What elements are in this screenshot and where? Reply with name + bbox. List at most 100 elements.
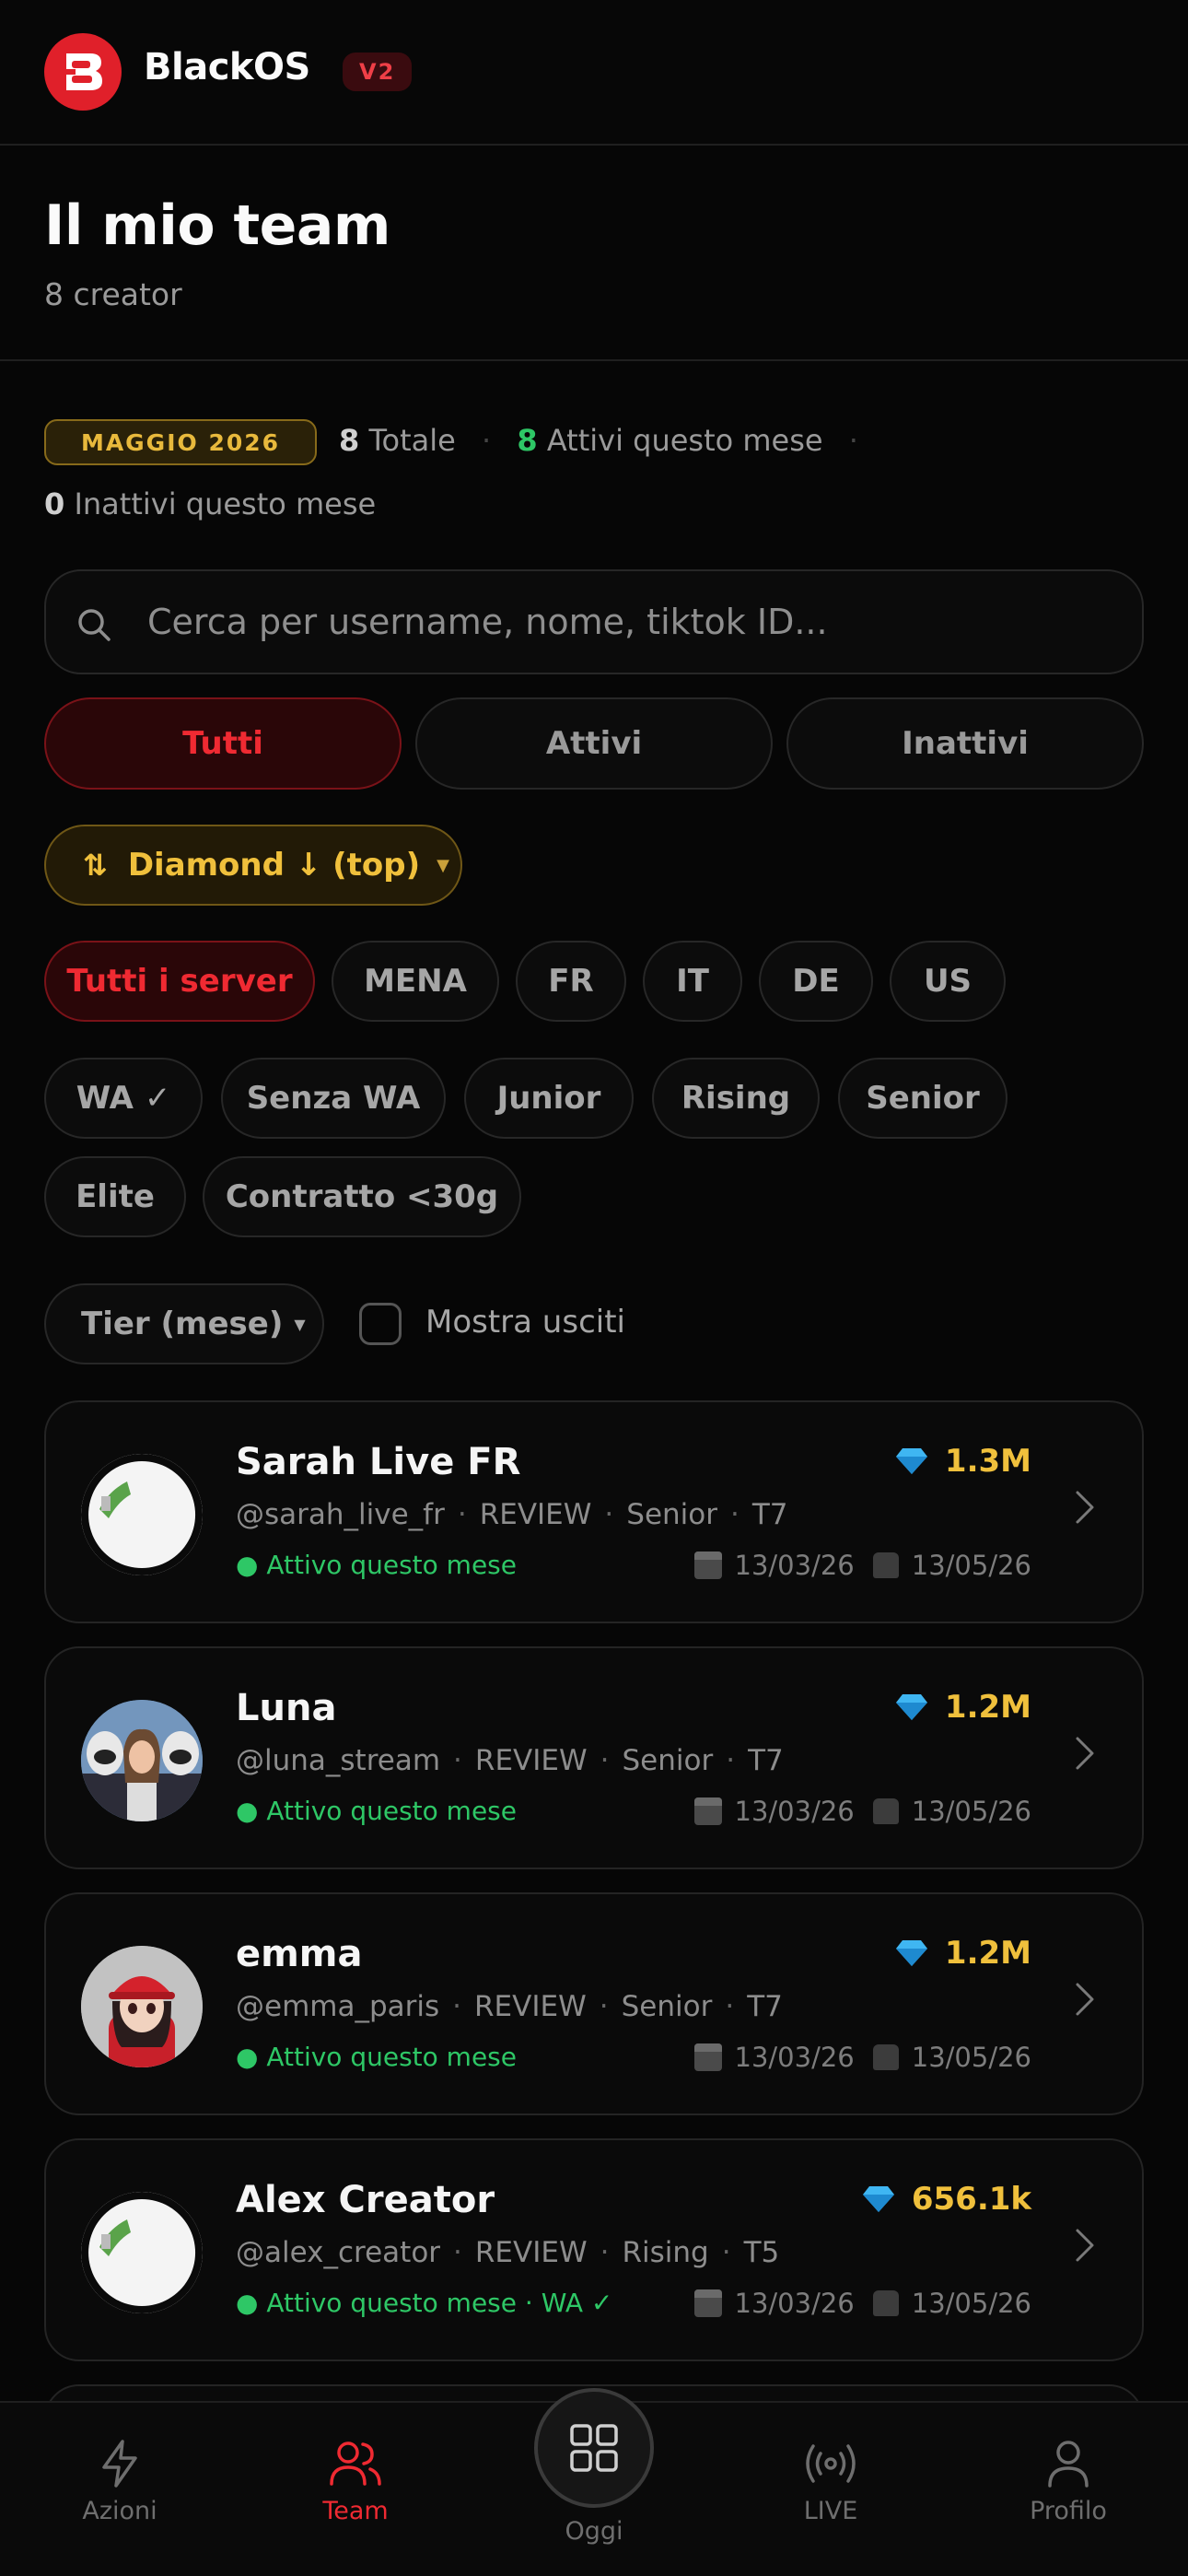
creator-card[interactable]: Alex Creator @alex_creator · REVIEW · Rising… (44, 2138, 1144, 2361)
lightning-icon (102, 2440, 137, 2488)
calendar-icon (693, 1797, 722, 1825)
chip-elite[interactable]: Elite (44, 1156, 186, 1237)
active-count: 8 (517, 423, 538, 458)
total-count: 8 (339, 423, 360, 458)
brand-name: BlackOS (144, 46, 310, 88)
wa-badge: · WA ✓ (524, 2288, 613, 2318)
sort-label: Diamond ↓ (top) (127, 847, 421, 884)
diamond-count: 1.2M (895, 1935, 1031, 1972)
user-icon (1048, 2441, 1089, 2488)
avatar-broken-image (81, 1454, 203, 1575)
chevron-right-icon (1076, 1491, 1094, 1524)
chip-server-fr[interactable]: FR (516, 941, 626, 1022)
chair-icon (872, 1552, 899, 1578)
show-exited-checkbox[interactable] (359, 1303, 402, 1345)
creator-type: REVIEW (474, 1990, 587, 2023)
creator-status: ● Attivo questo mese · WA ✓ (236, 2288, 613, 2318)
creator-username: @emma_paris (236, 1990, 440, 2023)
creator-username: @sarah_live_fr (236, 1498, 445, 1531)
tab-team[interactable]: Team (263, 2438, 448, 2525)
creator-meta: @emma_paris · REVIEW · Senior · T7 (236, 1990, 783, 2023)
diamond-icon (895, 1694, 927, 1720)
creator-meta: @luna_stream · REVIEW · Senior · T7 (236, 1744, 784, 1777)
chevron-right-icon (1076, 2229, 1094, 2262)
sort-button[interactable]: ⇅ Diamond ↓ (top) ▼ (44, 825, 462, 906)
diamond-count: 1.2M (895, 1689, 1031, 1726)
chair-icon (872, 2044, 899, 2070)
creator-dates: 13/03/26 13/05/26 (693, 1550, 1031, 1581)
chip-junior[interactable]: Junior (464, 1058, 634, 1139)
creator-type: REVIEW (479, 1498, 592, 1531)
divider (0, 359, 1188, 361)
app-header: BlackOS V2 (0, 0, 1188, 146)
sort-arrows-icon: ⇅ (83, 848, 108, 883)
filter-tab-all[interactable]: Tutti (44, 697, 402, 790)
creator-status: ● Attivo questo mese (236, 1796, 517, 1826)
chip-server-it[interactable]: IT (643, 941, 742, 1022)
chevron-right-icon (1076, 1737, 1094, 1770)
creator-level: Senior (621, 1990, 713, 2023)
tier-label: Tier (mese) (81, 1306, 284, 1342)
tab-live[interactable]: LIVE (739, 2438, 923, 2525)
creator-card[interactable]: emma @emma_paris · REVIEW · Senior · T7 ● Atti… (44, 1892, 1144, 2115)
avatar-broken-image (81, 2192, 203, 2313)
diamond-icon (862, 2186, 894, 2212)
chip-server-mena[interactable]: MENA (332, 941, 499, 1022)
page-title: Il mio team (44, 193, 390, 258)
creator-username: @luna_stream (236, 1744, 441, 1777)
version-badge: V2 (343, 53, 413, 91)
creator-status: ● Attivo questo mese (236, 1550, 517, 1580)
creator-username: @alex_creator (236, 2236, 441, 2269)
creator-tier: T5 (743, 2236, 780, 2269)
calendar-icon (693, 1551, 722, 1579)
tab-actions[interactable]: Azioni (28, 2438, 212, 2525)
chair-icon (872, 1798, 899, 1824)
creator-meta: @alex_creator · REVIEW · Rising · T5 (236, 2236, 780, 2269)
chip-rising[interactable]: Rising (652, 1058, 820, 1139)
search-bar[interactable] (44, 569, 1144, 674)
tab-profile[interactable]: Profilo (976, 2438, 1160, 2525)
show-exited-label: Mostra usciti (425, 1304, 625, 1341)
calendar-icon (693, 2043, 722, 2071)
creator-name: Luna (236, 1687, 337, 1729)
creator-type: REVIEW (474, 2236, 588, 2269)
avatar (81, 1946, 203, 2067)
creator-dates: 13/03/26 13/05/26 (693, 2042, 1031, 2073)
creator-meta: @sarah_live_fr · REVIEW · Senior · T7 (236, 1498, 788, 1531)
chair-icon (872, 2290, 899, 2316)
tier-dropdown[interactable]: Tier (mese) ▼ (44, 1283, 324, 1364)
creator-dates: 13/03/26 13/05/26 (693, 2288, 1031, 2319)
search-icon (78, 609, 111, 641)
blackos-logo-icon[interactable] (44, 33, 122, 111)
inactive-label: Inattivi questo mese (74, 486, 377, 521)
diamond-count: 656.1k (862, 2181, 1031, 2218)
chip-server-us[interactable]: US (890, 941, 1006, 1022)
diamond-count: 1.3M (895, 1443, 1031, 1480)
creator-card[interactable]: Luna @luna_stream · REVIEW · Senior · T7 ● Att… (44, 1646, 1144, 1869)
diamond-icon (895, 1940, 927, 1966)
creator-type: REVIEW (474, 1744, 588, 1777)
month-badge: MAGGIO 2026 (44, 419, 317, 465)
inactive-count: 0 (44, 486, 65, 521)
creator-card[interactable]: Sarah Live FR @sarah_live_fr · REVIEW · Seni… (44, 1400, 1144, 1623)
chevron-right-icon (1076, 1983, 1094, 2016)
broadcast-icon (806, 2444, 856, 2483)
chip-contract[interactable]: Contratto <30g (203, 1156, 521, 1237)
creator-level: Senior (626, 1498, 718, 1531)
total-label: Totale (368, 423, 456, 458)
stats-summary: 8 Totale · 8 Attivi questo mese · (339, 423, 858, 458)
chip-senior[interactable]: Senior (838, 1058, 1007, 1139)
chip-server-all[interactable]: Tutti i server (44, 941, 315, 1022)
users-icon (330, 2441, 381, 2486)
filter-tab-inactive[interactable]: Inattivi (786, 697, 1144, 790)
chip-no-wa[interactable]: Senza WA (221, 1058, 446, 1139)
avatar (81, 1700, 203, 1821)
diamond-icon (895, 1448, 927, 1474)
chip-wa[interactable]: WA ✓ (44, 1058, 203, 1139)
filter-tab-active[interactable]: Attivi (415, 697, 773, 790)
stats-inactive: 0 Inattivi questo mese (44, 486, 376, 521)
search-input[interactable] (147, 571, 1124, 673)
today-button[interactable] (534, 2388, 654, 2508)
creator-tier: T7 (747, 1990, 783, 2023)
chip-server-de[interactable]: DE (759, 941, 873, 1022)
